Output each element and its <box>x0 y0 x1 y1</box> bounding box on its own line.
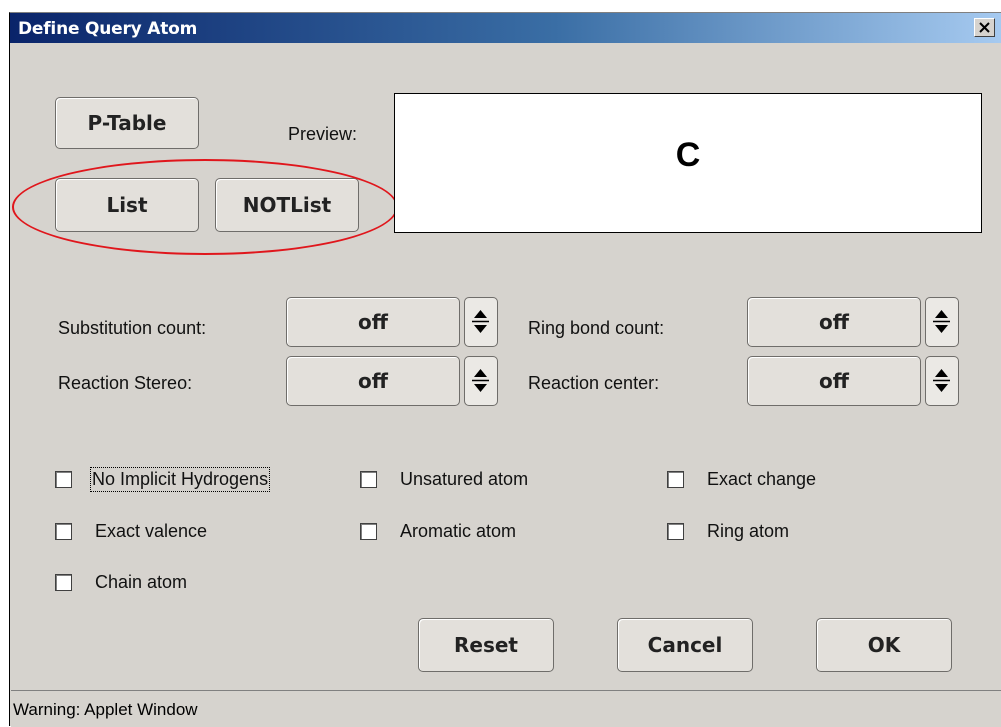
aromatic-atom-label[interactable]: Aromatic atom <box>400 521 516 542</box>
ok-button[interactable]: OK <box>816 618 952 672</box>
up-down-arrows-icon <box>933 310 950 333</box>
substitution-count-spinner[interactable]: off <box>286 297 500 347</box>
reaction-center-label: Reaction center: <box>528 373 660 393</box>
ring-atom-checkbox[interactable] <box>667 523 684 540</box>
substitution-count-label: Substitution count: <box>58 318 207 338</box>
up-down-arrows-icon <box>472 369 489 392</box>
notlist-button[interactable]: NOTList <box>215 178 359 232</box>
preview-atom-symbol: C <box>675 136 701 174</box>
preview-label: Preview: <box>288 124 358 144</box>
ring-bond-count-spinner[interactable]: off <box>747 297 961 347</box>
title-bar[interactable]: Define Query Atom <box>10 13 1001 43</box>
reaction-center-spinner[interactable]: off <box>747 356 961 406</box>
reaction-stereo-label: Reaction Stereo: <box>58 373 193 393</box>
spinner-arrows[interactable] <box>925 297 959 347</box>
preview-box: C <box>394 93 982 233</box>
exact-change-checkbox[interactable] <box>667 471 684 488</box>
unsatured-atom-checkbox[interactable] <box>360 471 377 488</box>
exact-change-label[interactable]: Exact change <box>707 469 816 490</box>
define-query-atom-dialog: Define Query Atom P-Table List NOTList P… <box>9 12 1001 727</box>
aromatic-atom-checkbox[interactable] <box>360 523 377 540</box>
window-title: Define Query Atom <box>18 19 198 39</box>
status-bar: Warning: Applet Window <box>11 690 1001 727</box>
exact-valence-label[interactable]: Exact valence <box>95 521 207 542</box>
no-implicit-hydrogens-label[interactable]: No Implicit Hydrogens <box>89 467 271 492</box>
ring-bond-count-label: Ring bond count: <box>528 318 665 338</box>
reaction-stereo-value[interactable]: off <box>286 356 460 406</box>
ring-atom-label[interactable]: Ring atom <box>707 521 789 542</box>
spinner-arrows[interactable] <box>464 297 498 347</box>
spinner-arrows[interactable] <box>464 356 498 406</box>
applet-warning: Warning: Applet Window <box>13 700 198 719</box>
reaction-center-value[interactable]: off <box>747 356 921 406</box>
spinner-arrows[interactable] <box>925 356 959 406</box>
reset-button[interactable]: Reset <box>418 618 554 672</box>
p-table-button[interactable]: P-Table <box>55 97 199 149</box>
up-down-arrows-icon <box>933 369 950 392</box>
list-button[interactable]: List <box>55 178 199 232</box>
substitution-count-value[interactable]: off <box>286 297 460 347</box>
exact-valence-checkbox[interactable] <box>55 523 72 540</box>
chain-atom-checkbox[interactable] <box>55 574 72 591</box>
reaction-stereo-spinner[interactable]: off <box>286 356 500 406</box>
cancel-button[interactable]: Cancel <box>617 618 753 672</box>
close-button[interactable] <box>974 18 995 37</box>
close-icon <box>979 22 990 33</box>
unsatured-atom-label[interactable]: Unsatured atom <box>400 469 528 490</box>
no-implicit-hydrogens-checkbox[interactable] <box>55 471 72 488</box>
ring-bond-count-value[interactable]: off <box>747 297 921 347</box>
up-down-arrows-icon <box>472 310 489 333</box>
chain-atom-label[interactable]: Chain atom <box>95 572 187 593</box>
